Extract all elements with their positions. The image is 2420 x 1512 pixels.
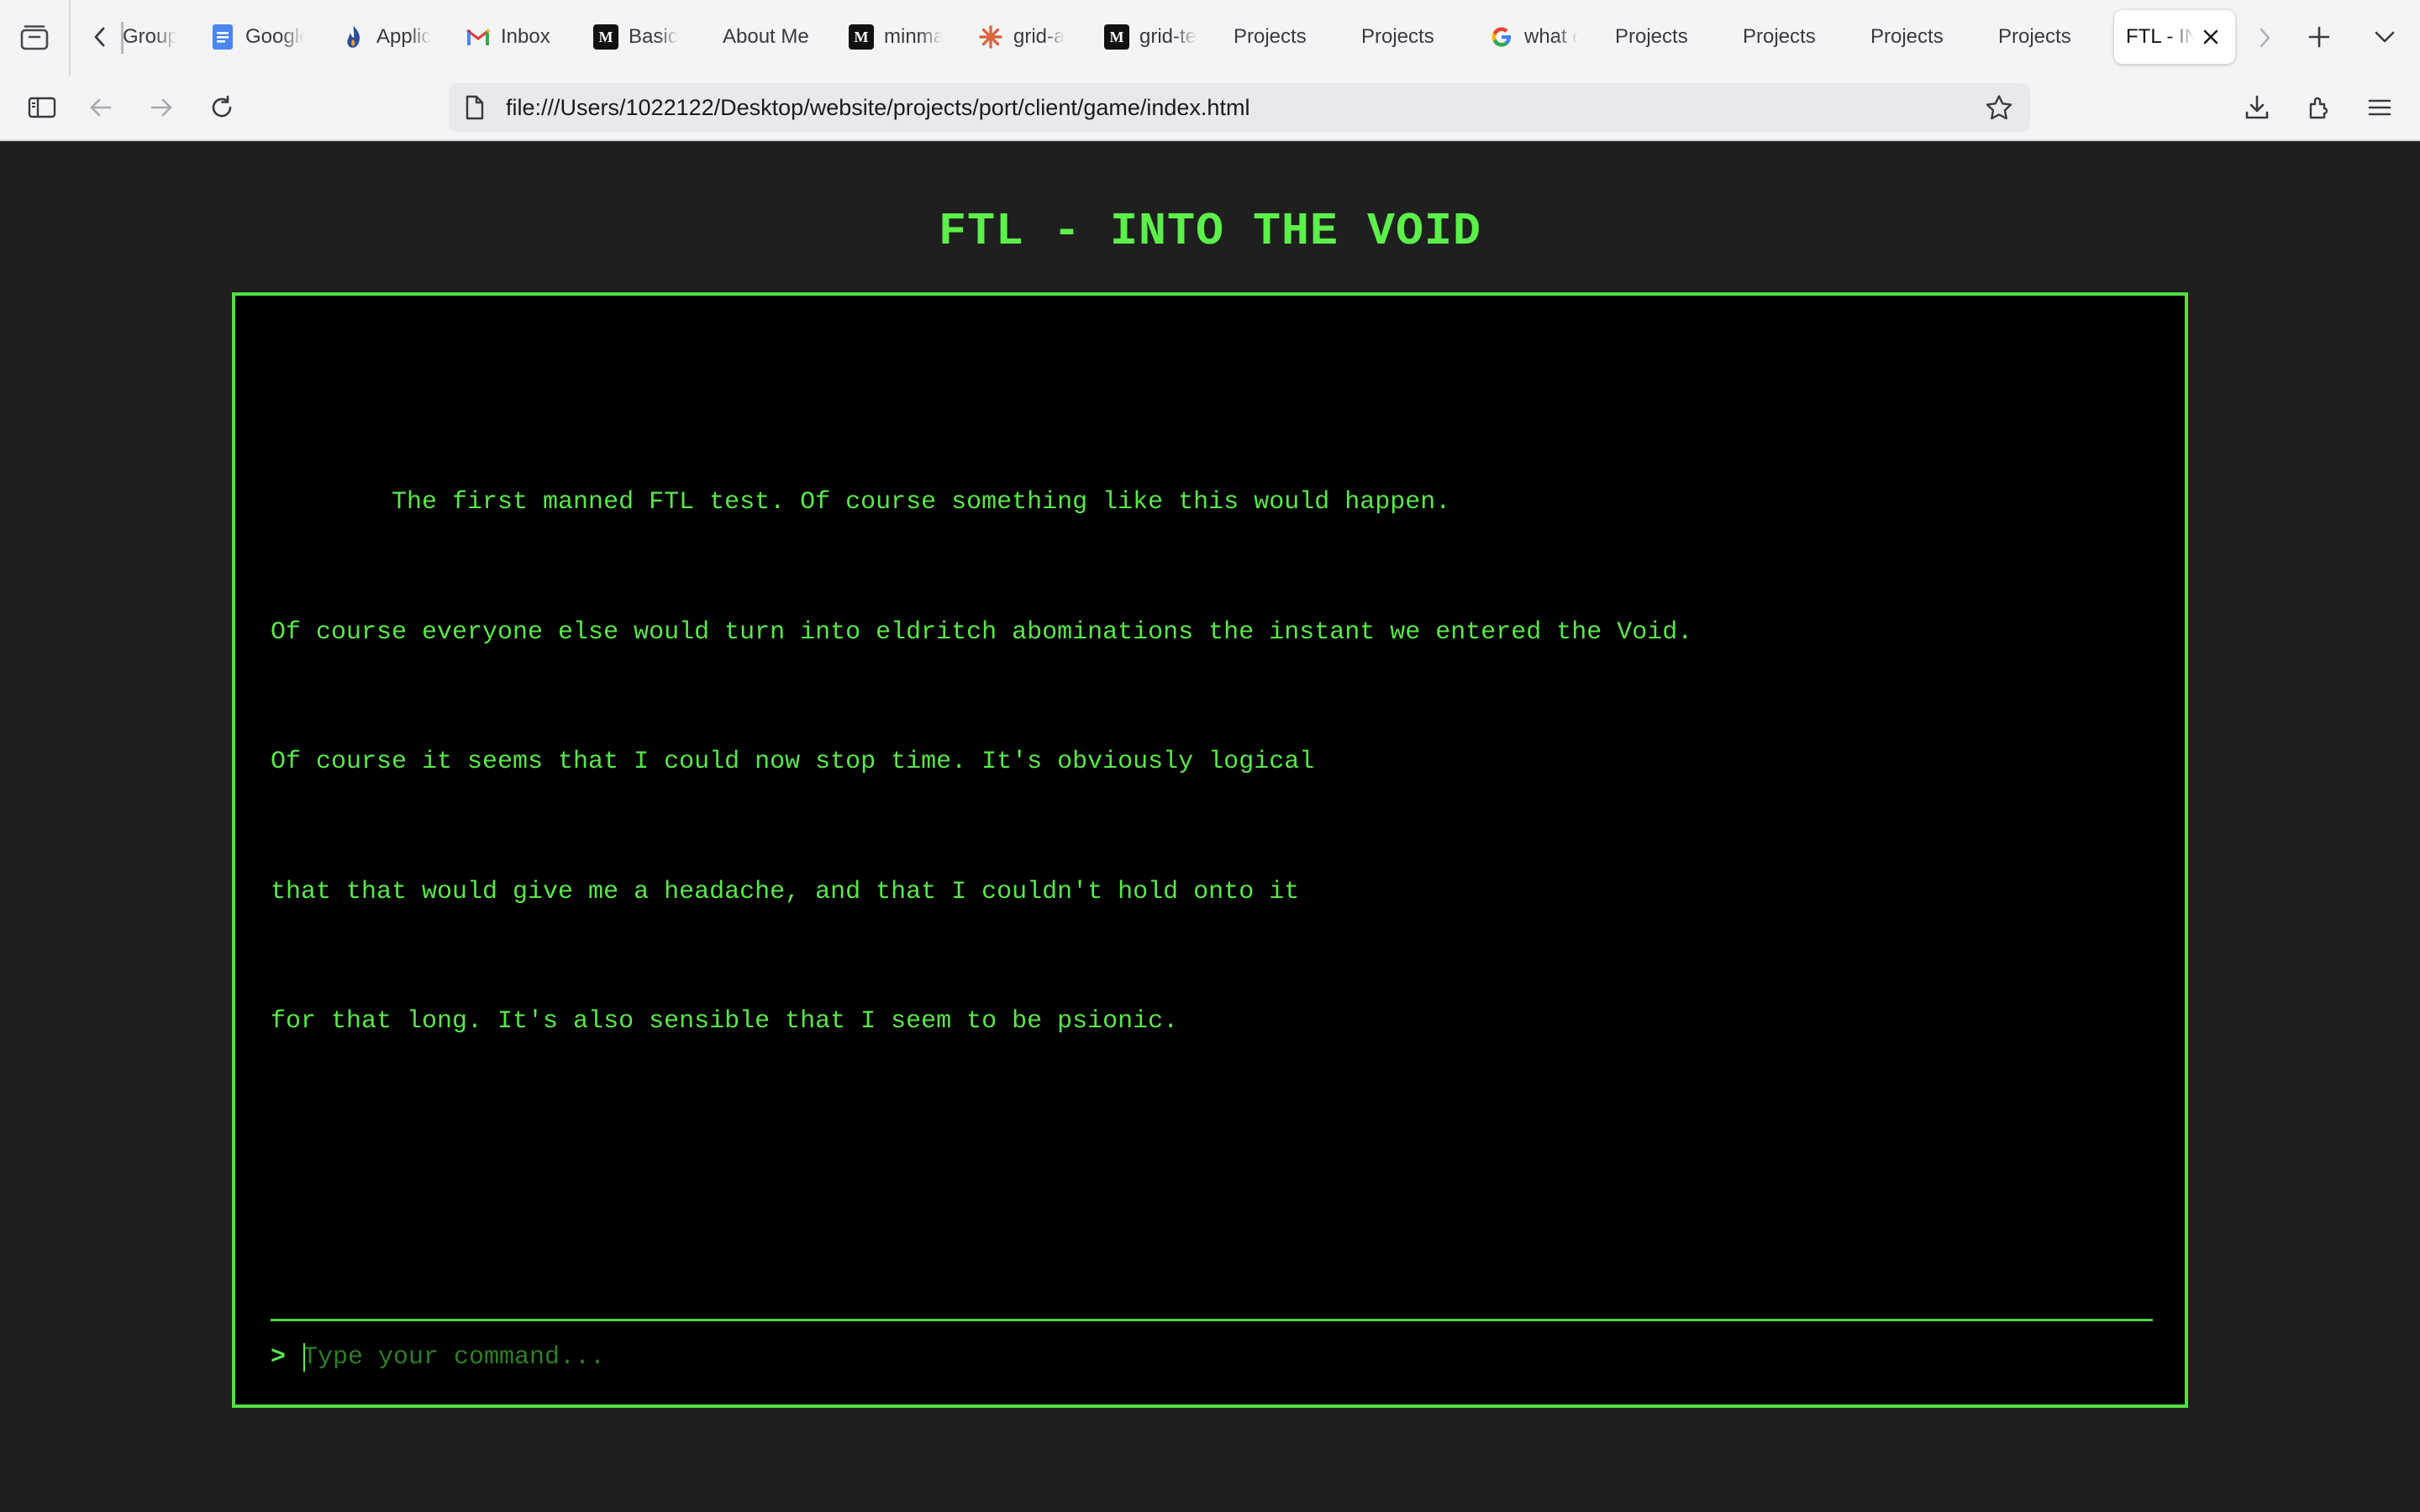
new-tab-button[interactable] [2297, 15, 2341, 59]
tab-group[interactable]: Group [87, 10, 176, 64]
tab-label: Projects [1998, 25, 2071, 48]
tab-applic[interactable]: Applic [341, 10, 432, 64]
arrow-right-icon [150, 98, 172, 117]
plus-icon [2308, 26, 2330, 48]
chevron-down-icon [2375, 31, 2395, 43]
google-icon [1489, 24, 1514, 50]
tab-grid-te[interactable]: M grid-te [1104, 10, 1198, 64]
notion-icon: M [1104, 24, 1129, 50]
tab-ftl-active[interactable]: FTL - INTO THE VOID [2114, 10, 2235, 64]
story-output: The first manned FTL test. Of course som… [271, 395, 2153, 1131]
tab-label: grid-a [1013, 25, 1065, 48]
tab-label: minma [884, 25, 943, 48]
prompt-symbol: > [271, 1343, 287, 1372]
tab-about-me[interactable]: About Me [723, 10, 832, 64]
tab-basic[interactable]: M Basic [593, 10, 684, 64]
file-page-icon [464, 95, 486, 124]
story-line: The first manned FTL test. Of course som… [271, 488, 1451, 517]
tab-projects[interactable]: Projects [1743, 10, 1837, 64]
star-icon [1986, 95, 2012, 120]
story-line: that that would give me a headache, and … [271, 877, 1300, 906]
tab-label: Projects [1361, 25, 1434, 48]
story-line: for that long. It's also sensible that I… [271, 1007, 1179, 1036]
tab-label: Group [123, 25, 176, 48]
tab-projects[interactable]: Projects [1615, 10, 1709, 64]
tab-label: FTL - INTO THE VOID [2126, 25, 2195, 48]
tab-label: Projects [1615, 25, 1688, 48]
tab-label: Basic [629, 25, 678, 48]
chevron-right-icon [2260, 28, 2270, 48]
address-bar[interactable]: file:///Users/1022122/Desktop/website/pr… [449, 83, 2030, 132]
downloads-button[interactable] [2233, 84, 2281, 131]
tab-strip: Group Google Docs Applic Inbox M Basic [0, 0, 2420, 76]
gmail-icon [466, 24, 491, 50]
download-icon [2245, 95, 2269, 119]
story-line: Of course everyone else would turn into … [271, 617, 1693, 647]
command-divider [271, 1319, 2153, 1321]
tab-groups-icon [20, 25, 49, 50]
tab-label: Applic [376, 25, 432, 48]
back-button[interactable] [77, 84, 124, 131]
game-terminal: The first manned FTL test. Of course som… [232, 292, 2188, 1408]
list-all-tabs-button[interactable] [2363, 15, 2407, 59]
forward-button[interactable] [138, 84, 185, 131]
command-input[interactable] [302, 1339, 2134, 1376]
tab-label: Google Docs [245, 25, 304, 48]
tab-label: what c [1524, 25, 1578, 48]
tab-groups-button[interactable] [0, 0, 71, 76]
tab-what[interactable]: what c [1489, 10, 1578, 64]
extensions-button[interactable] [2296, 84, 2343, 131]
google-docs-icon [210, 24, 235, 50]
tab-projects[interactable]: Projects [1234, 10, 1328, 64]
tab-label: Inbox [501, 25, 550, 48]
tab-projects[interactable]: Projects [1361, 10, 1455, 64]
reload-icon [212, 95, 232, 118]
url-text: file:///Users/1022122/Desktop/website/pr… [506, 95, 1250, 120]
tab-label: Projects [1743, 25, 1816, 48]
tab-grid-a[interactable]: grid-a [978, 10, 1069, 64]
text-caret [303, 1343, 305, 1372]
navigation-toolbar: file:///Users/1022122/Desktop/website/pr… [0, 76, 2420, 139]
game-title: FTL - INTO THE VOID [938, 205, 1482, 258]
notion-icon: M [593, 24, 618, 50]
menu-button[interactable] [2356, 84, 2403, 131]
chevron-left-icon [87, 24, 113, 50]
tab-inbox[interactable]: Inbox [466, 10, 558, 64]
bookmark-button[interactable] [1978, 87, 2020, 129]
tab-google-docs[interactable]: Google Docs [210, 10, 304, 64]
tab-minma[interactable]: M minma [849, 10, 943, 64]
claude-icon [978, 24, 1003, 50]
puzzle-icon [2309, 97, 2328, 119]
scroll-tabs-right-button[interactable] [2244, 17, 2286, 59]
notion-icon: M [849, 24, 874, 50]
flame-icon [341, 24, 366, 50]
sidebar-icon [28, 97, 56, 118]
browser-chrome: Group Google Docs Applic Inbox M Basic [0, 0, 2420, 141]
arrow-left-icon [90, 98, 112, 117]
tab-label: grid-te [1139, 25, 1197, 48]
story-line: Of course it seems that I could now stop… [271, 748, 1315, 776]
close-icon [2203, 29, 2218, 45]
tab-group-marker [121, 22, 124, 54]
hamburger-menu-icon [2368, 99, 2391, 116]
tab-projects[interactable]: Projects [1998, 10, 2092, 64]
tab-label: About Me [723, 25, 809, 48]
close-tab-button[interactable] [2202, 28, 2220, 46]
tab-label: Projects [1870, 25, 1944, 48]
reload-button[interactable] [198, 84, 245, 131]
tab-projects[interactable]: Projects [1870, 10, 1965, 64]
tab-label: Projects [1234, 25, 1307, 48]
sidebar-button[interactable] [18, 84, 66, 131]
